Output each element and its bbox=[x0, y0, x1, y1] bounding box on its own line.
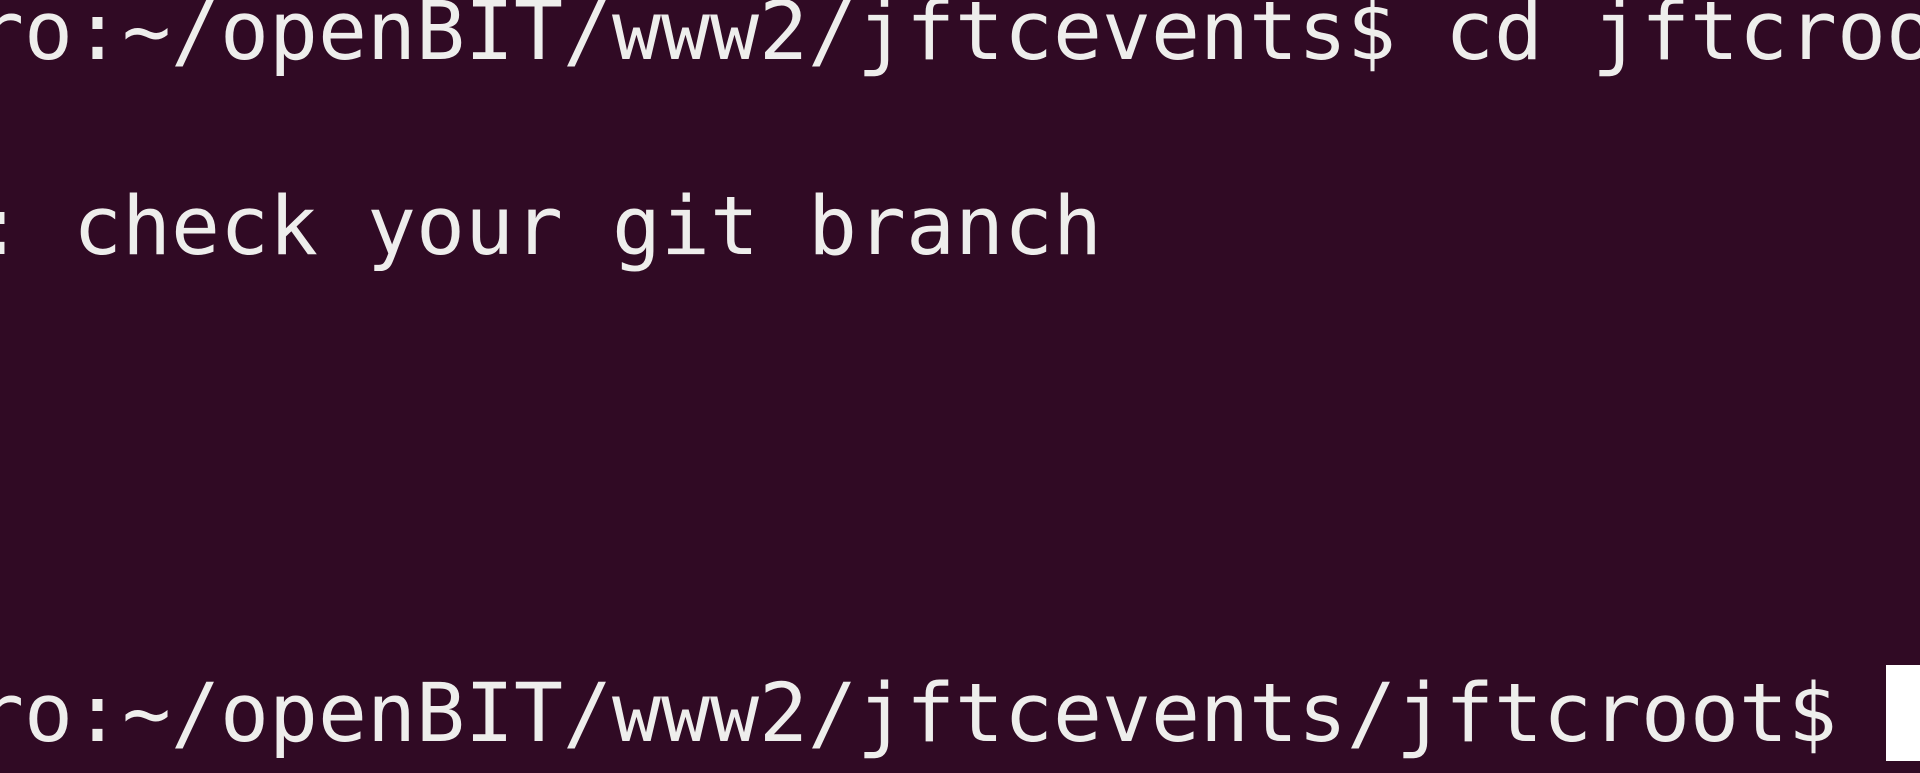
terminal-output-line: ro:~/openBIT/www2/jftcevents$ cd jftcroo… bbox=[0, 0, 1920, 79]
terminal-prompt-line[interactable]: ro:~/openBIT/www2/jftcevents/jftcroot$ bbox=[0, 665, 1920, 762]
terminal-window[interactable]: ro:~/openBIT/www2/jftcevents$ cd jftcroo… bbox=[0, 0, 1920, 773]
terminal-output-line: : check your git branch bbox=[0, 179, 1103, 274]
shell-prompt: ro:~/openBIT/www2/jftcevents/jftcroot$ bbox=[0, 666, 1887, 761]
text-cursor bbox=[1886, 665, 1920, 761]
